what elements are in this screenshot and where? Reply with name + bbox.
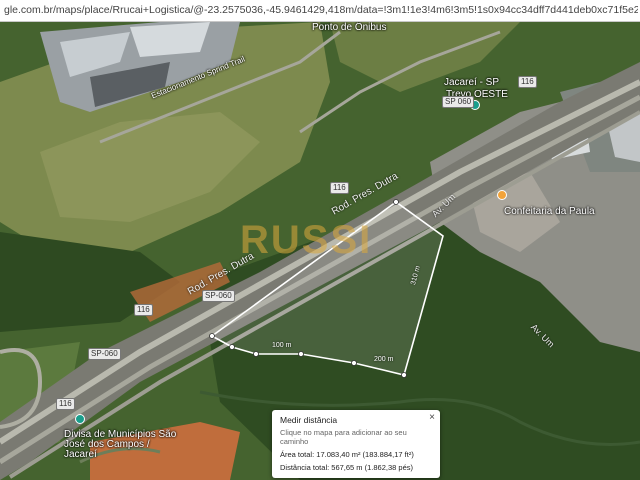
satellite-map[interactable]: RUSSI Ponto de Ônibus Jacareí - SP Trevo… — [0, 22, 640, 480]
measure-panel-title: Medir distância — [280, 415, 338, 425]
address-url[interactable]: gle.com.br/maps/place/Rrucai+Logistica/@… — [4, 4, 638, 16]
route-shield-sp060-b: SP-060 — [202, 290, 235, 302]
close-icon[interactable]: × — [429, 412, 435, 423]
measure-distance-panel: Medir distância Clique no mapa para adic… — [272, 410, 440, 478]
bakery-pin-icon[interactable] — [497, 190, 507, 200]
measure-panel-hint: Clique no mapa para adicionar ao seu cam… — [280, 428, 407, 446]
route-shield-116-b: 116 — [330, 182, 349, 194]
route-shield-116-a: 116 — [518, 76, 537, 88]
landmark-icon[interactable] — [75, 414, 85, 424]
browser-address-bar[interactable]: gle.com.br/maps/place/Rrucai+Logistica/@… — [0, 0, 640, 22]
watermark-logo: RUSSI — [240, 218, 373, 262]
measure-total-area: Área total: 17.083,40 m² (183.884,17 ft²… — [280, 450, 414, 459]
segment-length-label: 200 m — [374, 356, 394, 363]
label-confeitaria[interactable]: Confeitaria da Paula — [504, 206, 595, 217]
segment-length-label: 100 m — [272, 342, 292, 349]
route-shield-116-d: 116 — [56, 398, 75, 410]
route-shield-sp060-a: SP 060 — [442, 96, 475, 108]
route-shield-sp060-c: SP-060 — [88, 348, 121, 360]
label-jacarei-sp[interactable]: Jacareí - SP — [444, 77, 499, 88]
label-divisa[interactable]: Divisa de Municípios São José dos Campos… — [64, 430, 184, 460]
label-ponto-onibus[interactable]: Ponto de Ônibus — [312, 22, 387, 33]
measure-total-distance: Distância total: 567,65 m (1.862,38 pés) — [280, 463, 413, 472]
route-shield-116-c: 116 — [134, 304, 153, 316]
